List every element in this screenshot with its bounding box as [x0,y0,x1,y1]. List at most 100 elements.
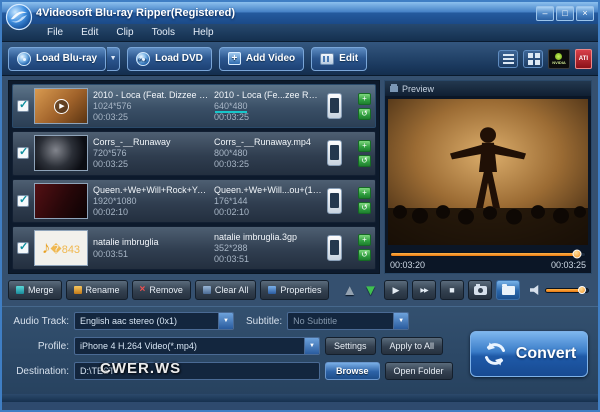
stop-button[interactable] [440,280,464,300]
chevron-down-icon[interactable]: ▼ [393,313,408,329]
menu-tools[interactable]: Tools [143,26,184,39]
volume-handle[interactable] [578,286,586,294]
preview-panel: Preview [384,80,592,274]
target-device-icon [327,235,342,261]
toolbar-right: NVIDIA ATI [498,49,592,69]
menu-file[interactable]: File [38,26,72,39]
subtitle-select[interactable]: No Subtitle ▼ [287,312,409,330]
source-duration: 00:02:10 [93,207,209,217]
maximize-button[interactable]: □ [556,6,574,21]
row-refresh-button[interactable]: ↺ [358,155,371,167]
target-device-icon [327,140,342,166]
menu-help[interactable]: Help [184,26,223,39]
menu-clip[interactable]: Clip [107,26,142,39]
target-device-icon [327,93,342,119]
current-time: 00:03:20 [390,260,425,270]
edit-label: Edit [339,53,358,64]
profile-select[interactable]: iPhone 4 H.264 Video(*.mp4) ▼ [74,337,320,355]
output-name: 2010 - Loca (Fe...zee Rascal).mp4 [214,90,322,100]
file-row-3[interactable]: Queen.+We+Will+Rock+You+(1981) 1920*1080… [12,179,376,223]
edit-button[interactable]: Edit [311,47,367,71]
source-name: 2010 - Loca (Feat. Dizzee Rascal) [93,90,209,100]
menu-edit[interactable]: Edit [72,26,107,39]
playback-controls [384,278,592,302]
settings-button[interactable]: Settings [325,337,376,355]
file-row-2[interactable]: Corrs_-__Runaway 720*576 00:03:25 Corrs_… [12,131,376,175]
folder-icon [502,286,515,295]
row-tools: + ↺ [358,140,371,167]
speaker-icon[interactable] [530,285,541,295]
audio-subtitle-row: Audio Track: English aac stereo (0x1) ▼ … [10,312,590,330]
row-refresh-button[interactable]: ↺ [358,108,371,120]
list-view-icon [503,54,514,56]
row-settings-button[interactable]: + [358,140,371,152]
clear-all-button[interactable]: Clear All [195,280,257,300]
play-button[interactable] [384,280,408,300]
output-duration: 00:02:10 [214,207,322,217]
add-video-button[interactable]: + Add Video [219,47,304,71]
source-info: Corrs_-__Runaway 720*576 00:03:25 [93,137,209,169]
row-settings-button[interactable]: + [358,234,371,246]
close-button[interactable]: × [576,6,594,21]
source-info: Queen.+We+Will+Rock+You+(1981) 1920*1080… [93,185,209,217]
chevron-down-icon[interactable]: ▼ [304,338,319,354]
main-area: ▶ 2010 - Loca (Feat. Dizzee Rascal) 1024… [2,76,598,306]
destination-input[interactable]: D:\TEST [74,362,320,380]
row-checkbox[interactable] [17,147,29,159]
row-refresh-button[interactable]: ↺ [358,202,371,214]
list-view-button[interactable] [498,50,518,68]
properties-button[interactable]: Properties [260,280,329,300]
row-settings-button[interactable]: + [358,187,371,199]
step-forward-button[interactable] [412,280,436,300]
open-folder-label: Open Folder [394,366,444,376]
load-dvd-button[interactable]: DVD Load DVD [127,47,212,71]
row-checkbox[interactable] [17,100,29,112]
preview-icon [390,86,398,92]
seek-handle[interactable] [573,250,582,259]
audio-thumbnail: ♪�843 [34,230,88,266]
snapshot-button[interactable] [468,280,492,300]
device-screen [330,145,339,160]
ati-badge: ATI [575,49,592,69]
move-down-button[interactable]: ▼ [363,283,378,298]
convert-button[interactable]: Convert [470,331,588,377]
remove-button[interactable]: × Remove [132,280,191,300]
file-row-4[interactable]: ♪�843 natalie imbruglia 00:03:51 natalie… [12,226,376,270]
audio-track-select[interactable]: English aac stereo (0x1) ▼ [74,312,234,330]
open-folder-button[interactable]: Open Folder [385,362,453,380]
source-resolution: 1024*576 [93,101,209,111]
seek-track[interactable] [390,252,586,257]
device-screen [330,98,339,113]
volume-level [546,289,582,292]
volume-slider[interactable] [545,288,589,293]
load-bluray-dropdown-arrow[interactable]: ▼ [107,47,120,71]
browse-button[interactable]: Browse [325,362,380,380]
rename-button[interactable]: Rename [66,280,128,300]
row-checkbox[interactable] [17,195,29,207]
status-bar [2,394,598,402]
video-thumbnail [34,135,88,171]
preview-label: Preview [402,84,434,94]
move-up-button[interactable]: ▲ [342,283,357,298]
rename-icon [74,286,82,294]
apply-to-all-button[interactable]: Apply to All [381,337,444,355]
row-settings-button[interactable]: + [358,93,371,105]
app-window: 4Videosoft Blu-ray Ripper(Registered) – … [0,0,600,412]
add-video-icon: + [228,52,241,65]
minimize-button[interactable]: – [536,6,554,21]
row-refresh-button[interactable]: ↺ [358,249,371,261]
nvidia-logo-icon [555,53,562,60]
output-duration: 00:03:25 [214,159,322,169]
seek-bar[interactable] [390,248,586,260]
apply-to-all-label: Apply to All [390,341,435,351]
row-checkbox[interactable] [17,242,29,254]
merge-button[interactable]: Merge [8,280,62,300]
output-name: Queen.+We+Will...ou+(1981).3gp [214,185,322,195]
profile-value: iPhone 4 H.264 Video(*.mp4) [75,341,304,351]
source-name: Queen.+We+Will+Rock+You+(1981) [93,185,209,195]
snapshot-folder-button[interactable] [496,280,520,300]
thumbnail-view-button[interactable] [523,50,543,68]
load-bluray-button[interactable]: Load Blu-ray [8,47,106,71]
file-row-1[interactable]: ▶ 2010 - Loca (Feat. Dizzee Rascal) 1024… [12,84,376,128]
chevron-down-icon[interactable]: ▼ [218,313,233,329]
